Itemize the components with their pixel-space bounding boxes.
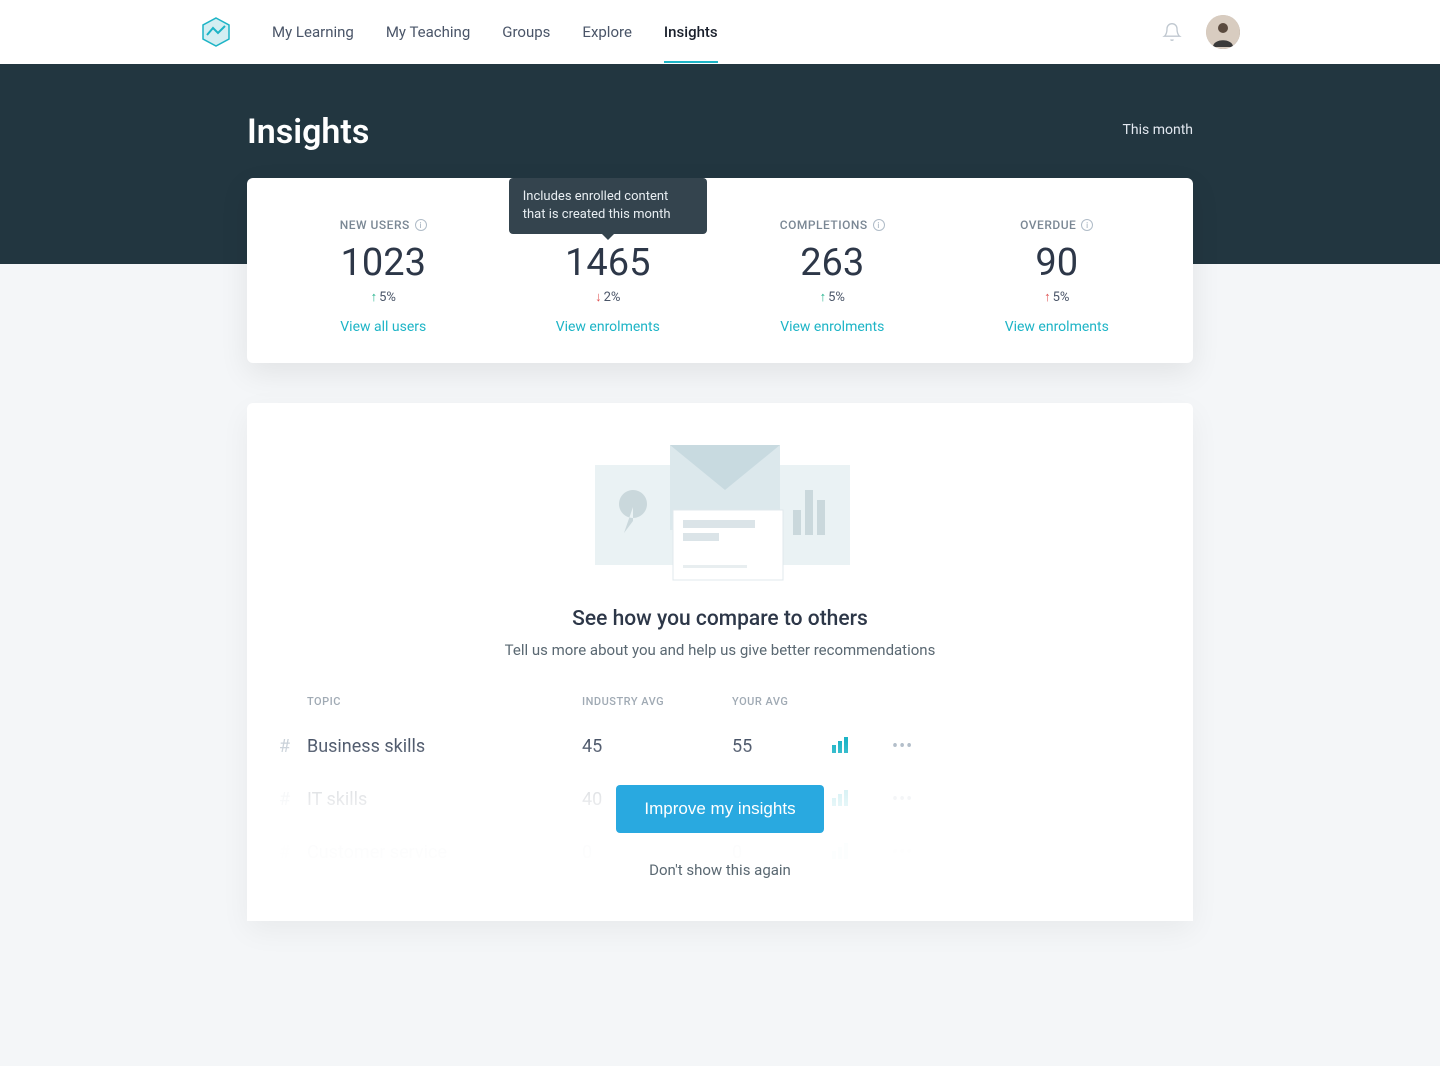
stat-completions: COMPLETIONS i 263 ↑ 5% View enrolments [720,214,945,335]
stat-label: OVERDUE i [1020,218,1093,232]
stats-card: NEW USERS i1023↑ 5%View all usersInclude… [247,178,1193,363]
trend-arrow-icon: ↓ [595,289,602,305]
stat-tooltip: Includes enrolled content that is create… [509,178,707,234]
info-icon[interactable]: i [1081,219,1093,231]
compare-overlay: Improve my insights Don't show this agai… [247,741,1193,921]
brand-logo[interactable] [200,16,232,48]
compare-card: See how you compare to others Tell us mo… [247,403,1193,921]
nav-groups[interactable]: Groups [502,1,550,63]
stat-new-users: NEW USERS i 1023 ↑ 5% View all users [271,214,496,335]
trend-arrow-icon: ↑ [371,289,378,305]
compare-subtitle: Tell us more about you and help us give … [247,641,1193,659]
notifications-icon[interactable] [1162,22,1182,42]
nav-my-teaching[interactable]: My Teaching [386,1,470,63]
nav-insights[interactable]: Insights [664,1,718,63]
nav-my-learning[interactable]: My Learning [272,1,354,63]
col-header-your: YOUR AVG [732,695,832,708]
stat-value: 1465 [496,241,721,285]
user-avatar[interactable] [1206,15,1240,49]
trend-arrow-icon: ↑ [820,289,827,305]
nav-links: My Learning My Teaching Groups Explore I… [272,1,1162,63]
stat-change: ↓ 2% [595,289,620,305]
col-header-topic: TOPIC [307,695,582,708]
period-label: This month [1123,122,1193,138]
stat-change: ↑ 5% [820,289,845,305]
trend-arrow-icon: ↑ [1044,289,1051,305]
improve-insights-button[interactable]: Improve my insights [616,785,823,833]
dismiss-link[interactable]: Don't show this again [649,861,791,879]
stat-link[interactable]: View enrolments [945,319,1170,335]
nav-explore[interactable]: Explore [582,1,632,63]
stat-value: 263 [720,241,945,285]
info-icon[interactable]: i [415,219,427,231]
stat-overdue: OVERDUE i 90 ↑ 5% View enrolments [945,214,1170,335]
stat-value: 1023 [271,241,496,285]
stat-change: ↑ 5% [1044,289,1069,305]
stat-link[interactable]: View enrolments [496,319,721,335]
stat-link[interactable]: View enrolments [720,319,945,335]
stat-link[interactable]: View all users [271,319,496,335]
stat-new-enrolments: Includes enrolled content that is create… [496,214,721,335]
col-header-industry: INDUSTRY AVG [582,695,732,708]
page-title: Insights [247,112,369,152]
stat-change: ↑ 5% [371,289,396,305]
stat-label: COMPLETIONS i [780,218,885,232]
stat-label: NEW USERS i [340,218,427,232]
top-navigation: My Learning My Teaching Groups Explore I… [0,0,1440,64]
info-icon[interactable]: i [873,219,885,231]
compare-illustration [585,435,855,585]
compare-title: See how you compare to others [247,607,1193,631]
stat-value: 90 [945,241,1170,285]
